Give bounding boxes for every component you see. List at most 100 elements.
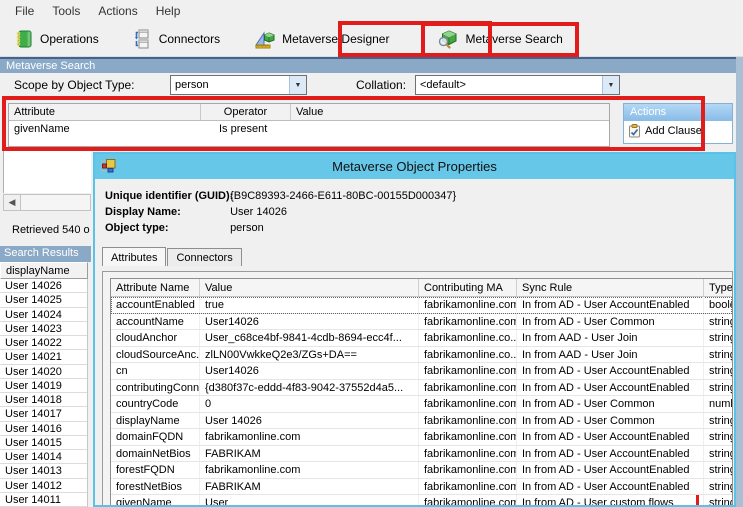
scroll-left-icon[interactable]: ◀: [4, 195, 21, 210]
metaverse-object-properties-dialog: Metaverse Object Properties Unique ident…: [93, 152, 736, 507]
search-result-item[interactable]: User 14015: [0, 436, 87, 450]
property-row: Display Name: User 14026: [105, 205, 734, 221]
search-result-item[interactable]: User 14018: [0, 393, 87, 408]
connectors-button[interactable]: Connectors: [127, 25, 226, 53]
search-result-item[interactable]: User 14020: [0, 365, 87, 379]
attribute-row[interactable]: cloudAnchor User_c68ce4bf-9841-4cdb-8694…: [111, 330, 732, 347]
object-properties: Unique identifier (GUID): {B9C89393-2466…: [95, 179, 734, 237]
chevron-down-icon[interactable]: ▼: [289, 76, 306, 94]
search-result-item[interactable]: User 14021: [0, 350, 87, 365]
col-value[interactable]: Value: [200, 279, 419, 296]
add-clause-icon: [629, 124, 640, 138]
connectors-icon: [134, 29, 149, 49]
actions-panel: Actions Add Clause: [623, 103, 733, 144]
tab-attributes[interactable]: Attributes: [102, 247, 167, 266]
collation-dropdown[interactable]: <default> ▼: [415, 75, 620, 95]
attributes-grid-rows: accountEnabled true fabrikamonline.com I…: [111, 297, 732, 505]
cell-type: string: [709, 315, 732, 328]
dialog-body: Unique identifier (GUID): {B9C89393-2466…: [95, 179, 734, 505]
cell-type: string: [709, 480, 732, 493]
attribute-row[interactable]: contributingConn... {d380f37c-eddd-4f83-…: [111, 379, 732, 396]
col-contributing-ma[interactable]: Contributing MA: [419, 279, 517, 296]
cell-value: fabrikamonline.com: [200, 462, 419, 478]
attributes-tab-panel: Attribute Name Value Contributing MA Syn…: [102, 271, 733, 505]
attribute-row[interactable]: forestNetBios FABRIKAM fabrikamonline.co…: [111, 478, 732, 495]
menu-item[interactable]: Tools: [43, 1, 89, 21]
search-results-title: Search Results: [0, 246, 91, 262]
operations-label: Operations: [40, 32, 99, 46]
search-result-item[interactable]: User 14025: [0, 293, 87, 308]
toolbar: Operations Connectors Metaverse Designer…: [0, 21, 743, 57]
metaverse-search-button[interactable]: Metaverse Search: [431, 25, 568, 53]
attribute-row[interactable]: cn User14026 fabrikamonline.com In from …: [111, 363, 732, 380]
search-result-item[interactable]: User 14014: [0, 450, 87, 465]
cell-type: number: [709, 398, 732, 410]
col-attribute-name[interactable]: Attribute Name: [111, 279, 200, 296]
attributes-grid-header: Attribute Name Value Contributing MA Syn…: [111, 279, 732, 297]
cell-sync-rule: In from AD - User AccountEnabled: [517, 445, 704, 461]
cell-value: User 14026: [200, 412, 419, 428]
object-type-value: person: [175, 79, 209, 91]
cell-value: FABRIKAM: [200, 478, 419, 494]
dialog-title-bar: Metaverse Object Properties: [95, 154, 734, 179]
collation-value: <default>: [420, 79, 466, 91]
menu-item[interactable]: Actions: [89, 1, 146, 21]
cell-attribute-name: cn: [111, 363, 200, 379]
search-result-item[interactable]: User 14017: [0, 407, 87, 422]
menu-item[interactable]: File: [6, 1, 43, 21]
search-result-item[interactable]: User 14026: [0, 279, 87, 294]
metaverse-search-highlight-box: Metaverse Search: [421, 21, 579, 57]
clause-col-attribute[interactable]: Attribute: [9, 104, 201, 120]
attribute-row[interactable]: givenName User fabrikamonline.com In fro…: [111, 495, 732, 505]
chevron-down-icon[interactable]: ▼: [602, 76, 619, 94]
attribute-row[interactable]: countryCode 0 fabrikamonline.com In from…: [111, 396, 732, 413]
search-result-item[interactable]: User 14023: [0, 322, 87, 336]
tab-connectors[interactable]: Connectors: [167, 248, 242, 266]
metaverse-designer-button[interactable]: Metaverse Designer: [248, 25, 395, 53]
col-sync-rule[interactable]: Sync Rule: [517, 279, 704, 296]
connectors-label: Connectors: [158, 32, 221, 46]
search-result-item[interactable]: User 14024: [0, 308, 87, 322]
metaverse-search-icon: [439, 30, 457, 49]
cell-value: User_c68ce4bf-9841-4cdb-8694-ecc4f...: [200, 330, 419, 346]
retrieved-count-text: Retrieved 540 o: [12, 224, 90, 236]
clause-col-operator[interactable]: Operator: [201, 104, 291, 120]
attribute-row[interactable]: cloudSourceAnc... zlLN00VwkkeQ2e3/ZGs+DA…: [111, 346, 732, 363]
attribute-row[interactable]: domainNetBios FABRIKAM fabrikamonline.co…: [111, 445, 732, 462]
operations-button[interactable]: Operations: [8, 25, 105, 53]
clause-col-value[interactable]: Value: [291, 104, 609, 120]
displayname-column-header[interactable]: displayName: [0, 262, 88, 279]
cell-value: User14026: [200, 363, 419, 379]
menu-item[interactable]: Help: [147, 1, 190, 21]
cell-contributing-ma: fabrikamonline.com: [419, 313, 517, 329]
cell-type: boolean: [709, 299, 732, 311]
search-result-item[interactable]: User 14016: [0, 422, 87, 436]
cell-contributing-ma: fabrikamonline.com: [419, 495, 517, 505]
property-row: Unique identifier (GUID): {B9C89393-2466…: [105, 189, 734, 205]
attribute-row[interactable]: domainFQDN fabrikamonline.com fabrikamon…: [111, 429, 732, 446]
cell-sync-rule: In from AD - User AccountEnabled: [517, 363, 704, 379]
cell-attribute-name: domainNetBios: [111, 445, 200, 461]
cell-sync-rule: In from AD - User AccountEnabled: [517, 429, 704, 445]
cell-value: FABRIKAM: [200, 445, 419, 461]
search-result-item[interactable]: User 14013: [0, 464, 87, 479]
col-type[interactable]: Type: [704, 279, 732, 296]
menu-bar: File Tools Actions Help: [0, 0, 743, 22]
clause-table-header: Attribute Operator Value: [9, 104, 609, 121]
attribute-row[interactable]: forestFQDN fabrikamonline.com fabrikamon…: [111, 462, 732, 479]
cell-type: string: [709, 365, 732, 377]
object-type-dropdown[interactable]: person ▼: [170, 75, 307, 95]
clause-operator: Is present: [219, 123, 268, 135]
add-clause-button[interactable]: Add Clause: [624, 121, 732, 138]
attribute-row[interactable]: accountEnabled true fabrikamonline.com I…: [111, 297, 732, 314]
attribute-row[interactable]: displayName User 14026 fabrikamonline.co…: [111, 412, 732, 429]
search-result-item[interactable]: User 14019: [0, 379, 87, 393]
attribute-row[interactable]: accountName User14026 fabrikamonline.com…: [111, 313, 732, 330]
clause-row-givenname[interactable]: givenName Is present: [9, 121, 609, 138]
cell-contributing-ma: fabrikamonline.com: [419, 462, 517, 478]
horizontal-scrollbar[interactable]: ◀: [3, 194, 91, 211]
cell-attribute-name: displayName: [111, 412, 200, 428]
search-result-item[interactable]: User 14012: [0, 479, 87, 493]
search-result-item[interactable]: User 14011: [0, 493, 87, 507]
search-result-item[interactable]: User 14022: [0, 336, 87, 351]
